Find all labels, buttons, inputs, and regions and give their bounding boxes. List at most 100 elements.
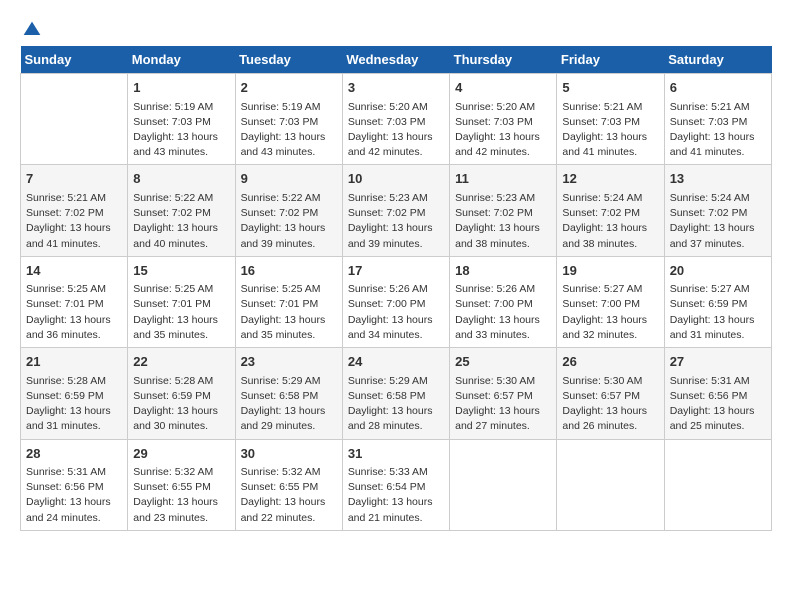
header-cell-friday: Friday: [557, 46, 664, 74]
day-number: 14: [26, 261, 122, 281]
cell-info: Sunrise: 5:24 AM Sunset: 7:02 PM Dayligh…: [562, 191, 658, 252]
day-number: 26: [562, 352, 658, 372]
header-cell-tuesday: Tuesday: [235, 46, 342, 74]
header-cell-monday: Monday: [128, 46, 235, 74]
calendar-body: 1Sunrise: 5:19 AM Sunset: 7:03 PM Daylig…: [21, 74, 772, 531]
cell-info: Sunrise: 5:25 AM Sunset: 7:01 PM Dayligh…: [133, 282, 229, 343]
calendar-cell: 31Sunrise: 5:33 AM Sunset: 6:54 PM Dayli…: [342, 439, 449, 530]
calendar-cell: 27Sunrise: 5:31 AM Sunset: 6:56 PM Dayli…: [664, 348, 771, 439]
cell-info: Sunrise: 5:19 AM Sunset: 7:03 PM Dayligh…: [241, 100, 337, 161]
cell-info: Sunrise: 5:20 AM Sunset: 7:03 PM Dayligh…: [348, 100, 444, 161]
day-number: 22: [133, 352, 229, 372]
cell-info: Sunrise: 5:33 AM Sunset: 6:54 PM Dayligh…: [348, 465, 444, 526]
cell-info: Sunrise: 5:30 AM Sunset: 6:57 PM Dayligh…: [455, 374, 551, 435]
day-number: 8: [133, 169, 229, 189]
calendar-cell: 18Sunrise: 5:26 AM Sunset: 7:00 PM Dayli…: [450, 256, 557, 347]
calendar-cell: 4Sunrise: 5:20 AM Sunset: 7:03 PM Daylig…: [450, 74, 557, 165]
day-number: 11: [455, 169, 551, 189]
calendar-cell: 24Sunrise: 5:29 AM Sunset: 6:58 PM Dayli…: [342, 348, 449, 439]
day-number: 20: [670, 261, 766, 281]
cell-info: Sunrise: 5:28 AM Sunset: 6:59 PM Dayligh…: [26, 374, 122, 435]
logo: [20, 20, 42, 36]
calendar-cell: [21, 74, 128, 165]
cell-info: Sunrise: 5:21 AM Sunset: 7:02 PM Dayligh…: [26, 191, 122, 252]
cell-info: Sunrise: 5:23 AM Sunset: 7:02 PM Dayligh…: [455, 191, 551, 252]
cell-info: Sunrise: 5:23 AM Sunset: 7:02 PM Dayligh…: [348, 191, 444, 252]
week-row-1: 1Sunrise: 5:19 AM Sunset: 7:03 PM Daylig…: [21, 74, 772, 165]
calendar-cell: 13Sunrise: 5:24 AM Sunset: 7:02 PM Dayli…: [664, 165, 771, 256]
calendar-cell: 8Sunrise: 5:22 AM Sunset: 7:02 PM Daylig…: [128, 165, 235, 256]
header-cell-thursday: Thursday: [450, 46, 557, 74]
cell-info: Sunrise: 5:32 AM Sunset: 6:55 PM Dayligh…: [241, 465, 337, 526]
day-number: 30: [241, 444, 337, 464]
calendar-cell: 17Sunrise: 5:26 AM Sunset: 7:00 PM Dayli…: [342, 256, 449, 347]
cell-info: Sunrise: 5:20 AM Sunset: 7:03 PM Dayligh…: [455, 100, 551, 161]
cell-info: Sunrise: 5:32 AM Sunset: 6:55 PM Dayligh…: [133, 465, 229, 526]
cell-info: Sunrise: 5:24 AM Sunset: 7:02 PM Dayligh…: [670, 191, 766, 252]
day-number: 12: [562, 169, 658, 189]
page-header: [20, 20, 772, 36]
calendar-cell: 1Sunrise: 5:19 AM Sunset: 7:03 PM Daylig…: [128, 74, 235, 165]
cell-info: Sunrise: 5:21 AM Sunset: 7:03 PM Dayligh…: [670, 100, 766, 161]
calendar-cell: 25Sunrise: 5:30 AM Sunset: 6:57 PM Dayli…: [450, 348, 557, 439]
calendar-cell: [557, 439, 664, 530]
week-row-4: 21Sunrise: 5:28 AM Sunset: 6:59 PM Dayli…: [21, 348, 772, 439]
day-number: 28: [26, 444, 122, 464]
calendar-cell: 19Sunrise: 5:27 AM Sunset: 7:00 PM Dayli…: [557, 256, 664, 347]
day-number: 21: [26, 352, 122, 372]
calendar-cell: 11Sunrise: 5:23 AM Sunset: 7:02 PM Dayli…: [450, 165, 557, 256]
header-cell-wednesday: Wednesday: [342, 46, 449, 74]
cell-info: Sunrise: 5:22 AM Sunset: 7:02 PM Dayligh…: [241, 191, 337, 252]
day-number: 4: [455, 78, 551, 98]
week-row-5: 28Sunrise: 5:31 AM Sunset: 6:56 PM Dayli…: [21, 439, 772, 530]
cell-info: Sunrise: 5:31 AM Sunset: 6:56 PM Dayligh…: [670, 374, 766, 435]
cell-info: Sunrise: 5:28 AM Sunset: 6:59 PM Dayligh…: [133, 374, 229, 435]
calendar-header: SundayMondayTuesdayWednesdayThursdayFrid…: [21, 46, 772, 74]
week-row-2: 7Sunrise: 5:21 AM Sunset: 7:02 PM Daylig…: [21, 165, 772, 256]
day-number: 10: [348, 169, 444, 189]
day-number: 29: [133, 444, 229, 464]
cell-info: Sunrise: 5:29 AM Sunset: 6:58 PM Dayligh…: [348, 374, 444, 435]
calendar-cell: 21Sunrise: 5:28 AM Sunset: 6:59 PM Dayli…: [21, 348, 128, 439]
day-number: 2: [241, 78, 337, 98]
calendar-cell: 5Sunrise: 5:21 AM Sunset: 7:03 PM Daylig…: [557, 74, 664, 165]
calendar-cell: 3Sunrise: 5:20 AM Sunset: 7:03 PM Daylig…: [342, 74, 449, 165]
cell-info: Sunrise: 5:26 AM Sunset: 7:00 PM Dayligh…: [348, 282, 444, 343]
day-number: 6: [670, 78, 766, 98]
calendar-cell: 14Sunrise: 5:25 AM Sunset: 7:01 PM Dayli…: [21, 256, 128, 347]
calendar-cell: 2Sunrise: 5:19 AM Sunset: 7:03 PM Daylig…: [235, 74, 342, 165]
day-number: 24: [348, 352, 444, 372]
calendar-cell: 7Sunrise: 5:21 AM Sunset: 7:02 PM Daylig…: [21, 165, 128, 256]
day-number: 31: [348, 444, 444, 464]
calendar-cell: 6Sunrise: 5:21 AM Sunset: 7:03 PM Daylig…: [664, 74, 771, 165]
calendar-cell: 9Sunrise: 5:22 AM Sunset: 7:02 PM Daylig…: [235, 165, 342, 256]
calendar-cell: 23Sunrise: 5:29 AM Sunset: 6:58 PM Dayli…: [235, 348, 342, 439]
calendar-cell: 16Sunrise: 5:25 AM Sunset: 7:01 PM Dayli…: [235, 256, 342, 347]
day-number: 3: [348, 78, 444, 98]
cell-info: Sunrise: 5:22 AM Sunset: 7:02 PM Dayligh…: [133, 191, 229, 252]
day-number: 18: [455, 261, 551, 281]
logo-icon: [22, 20, 42, 40]
calendar-cell: 26Sunrise: 5:30 AM Sunset: 6:57 PM Dayli…: [557, 348, 664, 439]
day-number: 19: [562, 261, 658, 281]
calendar-cell: 30Sunrise: 5:32 AM Sunset: 6:55 PM Dayli…: [235, 439, 342, 530]
day-number: 5: [562, 78, 658, 98]
cell-info: Sunrise: 5:31 AM Sunset: 6:56 PM Dayligh…: [26, 465, 122, 526]
day-number: 23: [241, 352, 337, 372]
day-number: 16: [241, 261, 337, 281]
calendar-cell: [664, 439, 771, 530]
cell-info: Sunrise: 5:21 AM Sunset: 7:03 PM Dayligh…: [562, 100, 658, 161]
cell-info: Sunrise: 5:30 AM Sunset: 6:57 PM Dayligh…: [562, 374, 658, 435]
header-row: SundayMondayTuesdayWednesdayThursdayFrid…: [21, 46, 772, 74]
day-number: 27: [670, 352, 766, 372]
week-row-3: 14Sunrise: 5:25 AM Sunset: 7:01 PM Dayli…: [21, 256, 772, 347]
header-cell-saturday: Saturday: [664, 46, 771, 74]
cell-info: Sunrise: 5:27 AM Sunset: 6:59 PM Dayligh…: [670, 282, 766, 343]
calendar-cell: 28Sunrise: 5:31 AM Sunset: 6:56 PM Dayli…: [21, 439, 128, 530]
calendar-cell: 22Sunrise: 5:28 AM Sunset: 6:59 PM Dayli…: [128, 348, 235, 439]
calendar-cell: 29Sunrise: 5:32 AM Sunset: 6:55 PM Dayli…: [128, 439, 235, 530]
day-number: 17: [348, 261, 444, 281]
day-number: 25: [455, 352, 551, 372]
cell-info: Sunrise: 5:25 AM Sunset: 7:01 PM Dayligh…: [26, 282, 122, 343]
day-number: 15: [133, 261, 229, 281]
